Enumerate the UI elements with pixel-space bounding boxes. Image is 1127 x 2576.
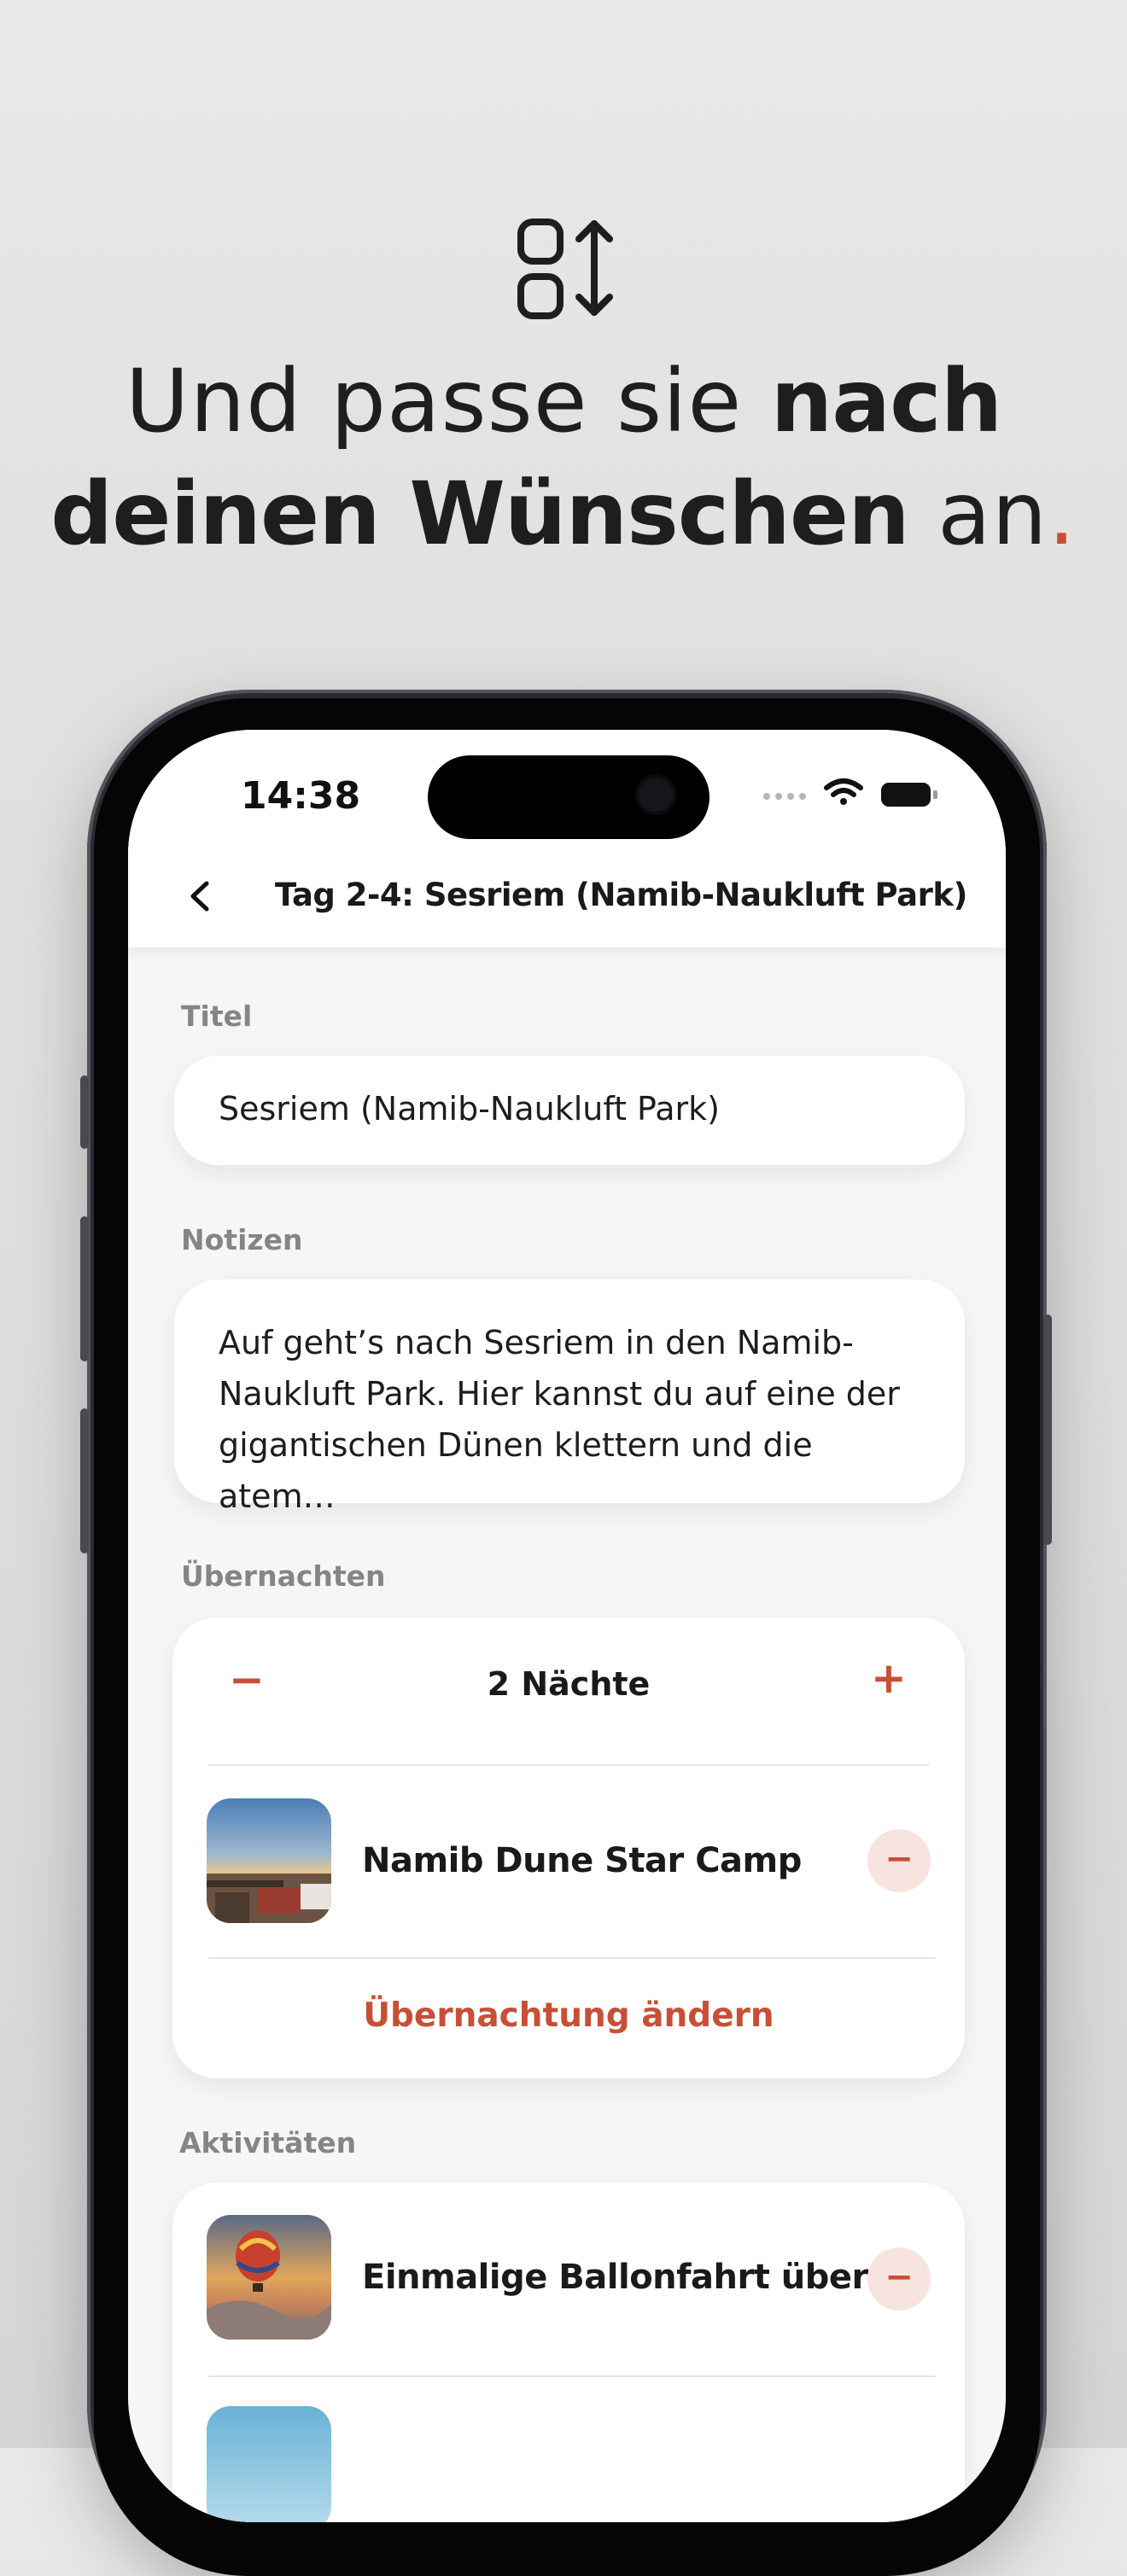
divider: [208, 1957, 936, 1959]
notes-value: Auf geht’s nach Sesriem in den Namib-Nau…: [219, 1324, 900, 1515]
wifi-icon: [824, 778, 863, 805]
balloon-photo: [207, 2215, 331, 2340]
overnight-card: − 2 Nächte + Namib Dune Star Camp − Über…: [172, 1617, 965, 2078]
phone-side-button: [80, 1075, 89, 1149]
title-value: Sesriem (Namib-Naukluft Park): [219, 1090, 720, 1128]
signal-icon: [763, 793, 806, 800]
overnight-label: Übernachten: [181, 1559, 386, 1593]
phone-side-button: [1043, 1314, 1052, 1545]
phone-screen: 14:38 Tag 2-4: Sesriem (Namib-Naukluft P…: [128, 730, 1006, 2522]
divider: [208, 2375, 936, 2377]
increase-nights-button[interactable]: +: [871, 1653, 907, 1703]
phone-side-button: [80, 1216, 89, 1361]
chevron-left-icon[interactable]: [179, 875, 222, 918]
headline-bold-text: deinen Wünschen: [50, 463, 909, 565]
navigation-bar: 14:38 Tag 2-4: Sesriem (Namib-Naukluft P…: [128, 730, 1006, 947]
notes-label: Notizen: [181, 1223, 303, 1256]
activities-card: Einmalige Ballonfahrt über… −: [172, 2183, 965, 2522]
headline-text: an: [908, 463, 1048, 565]
headline-bold-text: nach: [770, 351, 1003, 452]
activity-thumbnail: [207, 2406, 331, 2522]
remove-activity-button[interactable]: −: [867, 2247, 931, 2311]
title-field[interactable]: Sesriem (Namib-Naukluft Park): [174, 1056, 965, 1165]
title-label: Titel: [181, 1000, 253, 1033]
reorder-icon: [517, 219, 613, 319]
status-time: 14:38: [241, 774, 361, 818]
camera-icon: [639, 778, 673, 812]
activities-label: Aktivitäten: [179, 2126, 357, 2159]
headline: Und passe sie nach deinen Wünschen an.: [0, 346, 1127, 571]
remove-accommodation-button[interactable]: −: [867, 1829, 931, 1892]
headline-accent-dot: .: [1048, 463, 1077, 565]
accommodation-name: Namib Dune Star Camp: [362, 1841, 802, 1880]
page-title: Tag 2-4: Sesriem (Namib-Naukluft Park): [275, 877, 967, 913]
status-icons: [763, 778, 937, 807]
nights-count: 2 Nächte: [487, 1665, 651, 1703]
change-accommodation-link[interactable]: Übernachtung ändern: [172, 1996, 965, 2035]
activity-name: Einmalige Ballonfahrt über…: [362, 2258, 902, 2297]
activity-thumbnail: [207, 2215, 331, 2340]
divider: [208, 1764, 929, 1766]
camp-photo: [207, 1798, 331, 1923]
accommodation-thumbnail: [207, 1798, 331, 1923]
notes-field[interactable]: Auf geht’s nach Sesriem in den Namib-Nau…: [174, 1279, 965, 1515]
headline-text: Und passe sie: [125, 351, 771, 452]
battery-icon: [881, 783, 937, 807]
phone-side-button: [80, 1408, 89, 1553]
